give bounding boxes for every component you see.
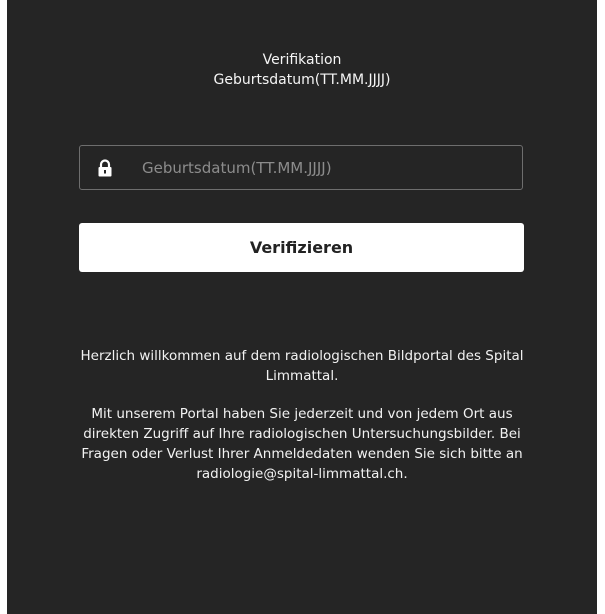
contact-email-link[interactable]: radiologie@spital-limmattal.ch.	[196, 466, 407, 482]
welcome-text: Herzlich willkommen auf dem radiologisch…	[77, 346, 527, 484]
welcome-info-text: Mit unserem Portal haben Sie jederzeit u…	[81, 406, 523, 462]
verification-panel: Verifikation Geburtsdatum(TT.MM.JJJJ) Ve…	[7, 0, 597, 614]
lock-icon	[98, 159, 112, 177]
welcome-info: Mit unserem Portal haben Sie jederzeit u…	[77, 404, 527, 484]
verification-title: Verifikation	[262, 52, 342, 68]
verification-subtitle: Geburtsdatum(TT.MM.JJJJ)	[213, 72, 391, 88]
welcome-greeting: Herzlich willkommen auf dem radiologisch…	[80, 348, 524, 384]
birthdate-field[interactable]	[79, 145, 523, 190]
verify-button[interactable]: Verifizieren	[79, 223, 524, 272]
birthdate-input[interactable]	[142, 146, 502, 189]
verification-heading: Verifikation Geburtsdatum(TT.MM.JJJJ)	[7, 50, 597, 90]
